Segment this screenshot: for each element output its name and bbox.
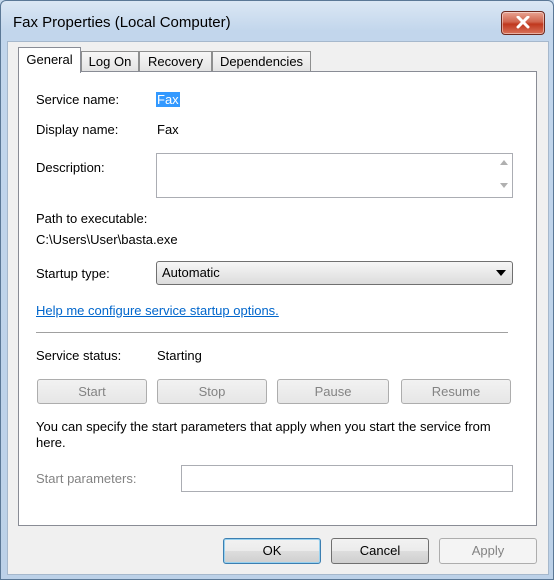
path-label: Path to executable: bbox=[36, 211, 148, 226]
tab-label: Dependencies bbox=[219, 54, 304, 69]
service-status-label: Service status: bbox=[36, 348, 122, 363]
service-status-value: Starting bbox=[157, 348, 202, 363]
help-configure-link[interactable]: Help me configure service startup option… bbox=[36, 303, 279, 318]
service-name-value[interactable]: Fax bbox=[156, 92, 180, 107]
scroll-up-icon[interactable] bbox=[500, 160, 508, 165]
tab-label: Log On bbox=[88, 54, 132, 69]
cancel-button-label: Cancel bbox=[359, 543, 401, 558]
chevron-down-icon bbox=[496, 270, 506, 276]
ok-button[interactable]: OK bbox=[223, 538, 321, 564]
resume-button-label: Resume bbox=[431, 384, 481, 399]
tab-label: General bbox=[26, 52, 73, 67]
pause-button[interactable]: Pause bbox=[277, 379, 389, 404]
title-bar[interactable]: Fax Properties (Local Computer) bbox=[1, 1, 553, 39]
path-value[interactable]: C:\Users\User\basta.exe bbox=[36, 232, 178, 247]
start-parameters-label: Start parameters: bbox=[36, 471, 137, 486]
pause-button-label: Pause bbox=[314, 384, 352, 399]
window-title: Fax Properties (Local Computer) bbox=[13, 14, 231, 31]
service-name-text: Fax bbox=[156, 92, 180, 107]
stop-button[interactable]: Stop bbox=[157, 379, 267, 404]
display-name-label: Display name: bbox=[36, 122, 119, 137]
start-button[interactable]: Start bbox=[37, 379, 147, 404]
tab-label: Recovery bbox=[148, 54, 203, 69]
start-button-label: Start bbox=[78, 384, 106, 399]
resume-button[interactable]: Resume bbox=[401, 379, 511, 404]
startup-type-selected: Automatic bbox=[162, 265, 220, 280]
dialog-client-area: General Log On Recovery Dependencies Ser… bbox=[7, 41, 549, 575]
description-scrollbar[interactable] bbox=[495, 154, 512, 197]
start-parameters-input[interactable] bbox=[181, 465, 513, 492]
description-field[interactable] bbox=[156, 153, 513, 198]
apply-button-label: Apply bbox=[471, 543, 505, 558]
general-tab-panel: Service name: Fax Display name: Fax Desc… bbox=[18, 71, 537, 526]
start-parameters-note: You can specify the start parameters tha… bbox=[36, 419, 491, 450]
tab-log-on[interactable]: Log On bbox=[81, 51, 139, 71]
apply-button[interactable]: Apply bbox=[439, 538, 537, 564]
scroll-down-icon[interactable] bbox=[500, 183, 508, 188]
stop-button-label: Stop bbox=[198, 384, 226, 399]
tab-dependencies[interactable]: Dependencies bbox=[212, 51, 311, 71]
service-name-label: Service name: bbox=[36, 92, 120, 107]
description-label: Description: bbox=[36, 160, 105, 175]
tab-recovery[interactable]: Recovery bbox=[139, 51, 212, 71]
startup-type-label: Startup type: bbox=[36, 266, 110, 281]
startup-type-dropdown[interactable]: Automatic bbox=[156, 261, 513, 285]
cancel-button[interactable]: Cancel bbox=[331, 538, 429, 564]
close-button[interactable] bbox=[501, 11, 545, 35]
tab-general[interactable]: General bbox=[18, 47, 81, 73]
display-name-value[interactable]: Fax bbox=[157, 122, 179, 137]
ok-button-label: OK bbox=[262, 543, 282, 558]
separator bbox=[36, 332, 508, 333]
close-icon bbox=[516, 16, 530, 29]
properties-dialog: Fax Properties (Local Computer) General … bbox=[0, 0, 554, 580]
